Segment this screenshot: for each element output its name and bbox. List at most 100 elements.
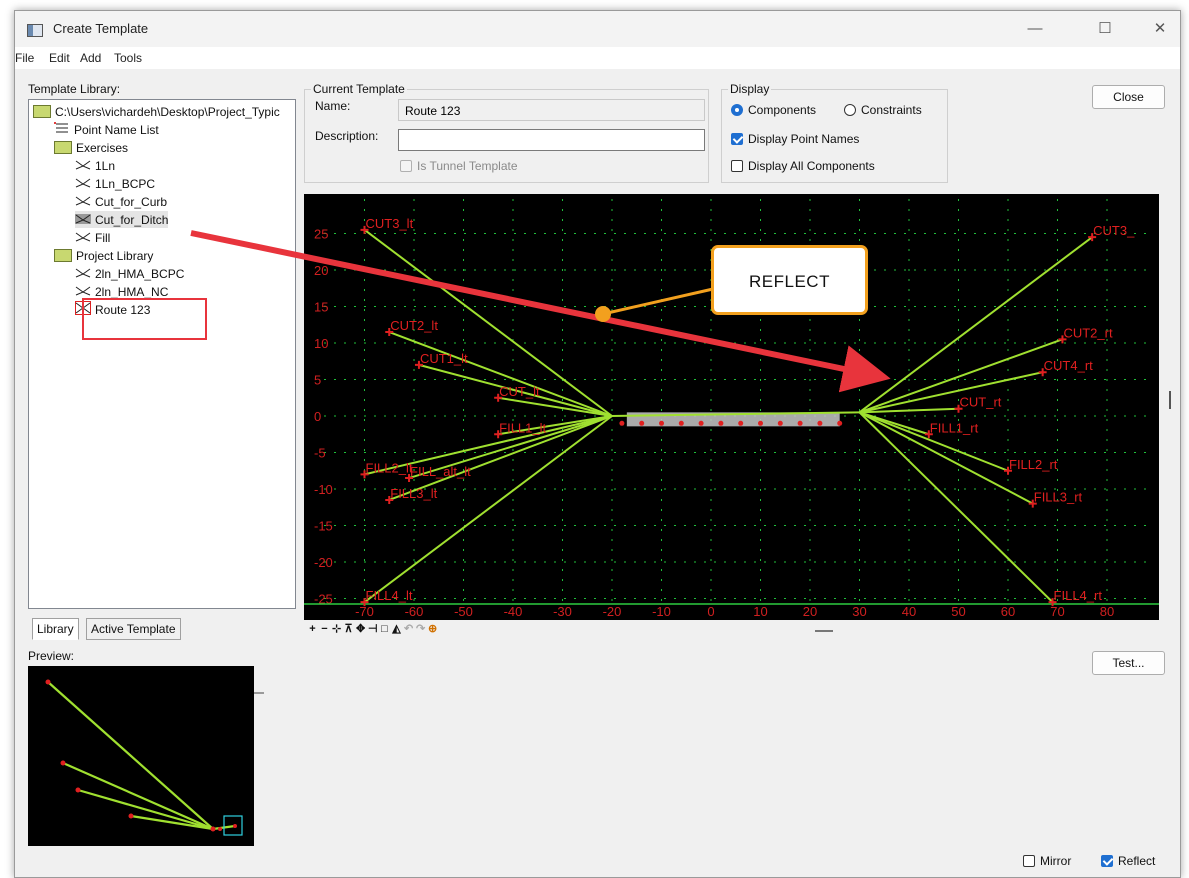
side-resize-grip[interactable] (1169, 391, 1171, 409)
close-button[interactable]: Close (1092, 85, 1165, 109)
menu-bar: File Edit Add Tools (15, 47, 1180, 69)
display-point-names-checkbox[interactable] (731, 133, 743, 145)
point-label: CUT4_rt (1044, 358, 1094, 373)
tab-library[interactable]: Library (32, 618, 79, 640)
x-tick-label: -60 (405, 604, 424, 619)
cluster-point (817, 420, 823, 426)
x-tick-label: 80 (1100, 604, 1114, 619)
template-icon (75, 195, 91, 209)
tree-item-label: Fill (95, 230, 111, 245)
y-tick-label: -5 (314, 446, 326, 461)
zoom-in-icon[interactable]: + (308, 623, 317, 635)
template-icon (75, 177, 91, 191)
tree-item-point-name-list[interactable]: Point Name List (54, 121, 159, 138)
y-tick-label: 15 (314, 300, 328, 315)
move-origin-icon[interactable]: ⊣ (368, 623, 378, 635)
y-tick-label: -20 (314, 555, 333, 570)
y-tick-label: -10 (314, 482, 333, 497)
cluster-point (837, 420, 843, 426)
tree-item-cut-for-ditch[interactable]: Cut_for_Ditch (75, 211, 169, 228)
tree-item-label: 1Ln (95, 158, 116, 173)
pan-icon[interactable]: ✥ (356, 623, 365, 635)
cluster-point (797, 420, 803, 426)
constraints-radio[interactable] (844, 104, 856, 116)
undo-icon[interactable]: ↶ (404, 623, 413, 635)
menu-edit[interactable]: Edit (49, 51, 70, 65)
cluster-point (738, 420, 744, 426)
close-window-button[interactable]: ✕ (1145, 17, 1175, 41)
reflect-label: Reflect (1118, 854, 1156, 868)
menu-file[interactable]: File (15, 51, 34, 65)
tree-item-label: Cut_for_Ditch (95, 212, 169, 227)
cluster-point (678, 420, 684, 426)
tunnel-checkbox[interactable] (400, 160, 412, 172)
menu-tools[interactable]: Tools (114, 51, 142, 65)
zoom-out-icon[interactable]: − (320, 623, 329, 635)
y-tick-label: -15 (314, 519, 333, 534)
slope-line (388, 331, 613, 417)
preview-label: Preview: (28, 649, 75, 663)
zoom-area-icon[interactable]: ⊹ (332, 623, 341, 635)
menu-add[interactable]: Add (80, 51, 101, 65)
point-label: FILL2_lt (366, 460, 413, 475)
window-icon[interactable]: □ (380, 623, 389, 635)
tree-item-exercises-folder[interactable]: Exercises (54, 139, 128, 156)
template-icon (75, 213, 91, 227)
description-field[interactable] (398, 129, 705, 151)
template-icon (75, 231, 91, 245)
cluster-point (698, 420, 704, 426)
test-button[interactable]: Test... (1092, 651, 1165, 675)
point-label: CUT2_rt (1063, 325, 1113, 340)
highlight-box (82, 298, 207, 340)
tree-item-label: Exercises (76, 140, 129, 155)
name-field[interactable]: Route 123 (398, 99, 705, 121)
center-icon[interactable]: ⊕ (428, 623, 437, 635)
tree-item-cut-for-curb[interactable]: Cut_for_Curb (75, 193, 167, 210)
cluster-point (758, 420, 763, 426)
x-tick-label: 30 (852, 604, 866, 619)
reflect-checkbox[interactable] (1101, 855, 1113, 867)
template-icon (75, 267, 91, 281)
app-icon (27, 24, 43, 37)
display-all-components-checkbox[interactable] (731, 160, 743, 172)
tab-active-template[interactable]: Active Template (86, 618, 181, 640)
components-label: Components (748, 103, 817, 117)
point-label: FILL2_rt (1009, 457, 1058, 472)
tree-item-fill[interactable]: Fill (75, 229, 110, 246)
x-tick-label: 20 (803, 604, 817, 619)
tree-item-1ln[interactable]: 1Ln (75, 157, 115, 174)
y-tick-label: 25 (314, 227, 328, 242)
mirror-checkbox[interactable] (1023, 855, 1035, 867)
template-library-tree[interactable]: C:\Users\vichardeh\Desktop\Project_Typic… (28, 99, 296, 694)
folder-open-icon (54, 249, 72, 262)
tree-item-2ln-hma-bcpc[interactable]: 2ln_HMA_BCPC (75, 265, 184, 282)
terrain-icon[interactable]: ◭ (392, 623, 401, 635)
point-label: FILL_alt_lt (410, 464, 471, 479)
x-tick-label: -70 (355, 604, 374, 619)
tree-item-project-library-folder[interactable]: Project Library (54, 247, 153, 264)
point-label: FILL4_lt (366, 588, 413, 603)
x-tick-label: -10 (652, 604, 671, 619)
y-tick-label: 5 (314, 373, 321, 388)
x-tick-label: 40 (902, 604, 916, 619)
maximize-button[interactable]: ☐ (1090, 17, 1120, 41)
point-label: FILL4_rt (1054, 588, 1103, 603)
components-radio[interactable] (731, 104, 743, 116)
redo-icon[interactable]: ↷ (416, 623, 425, 635)
x-tick-label: -50 (454, 604, 473, 619)
description-label: Description: (315, 129, 379, 143)
panel-resize-grip[interactable] (815, 630, 833, 632)
tree-item-1ln-bcpc[interactable]: 1Ln_BCPC (75, 175, 155, 192)
x-tick-label: 10 (753, 604, 767, 619)
tree-item-root-folder[interactable]: C:\Users\vichardeh\Desktop\Project_Typic (33, 103, 280, 120)
reflect-callout: REFLECT (711, 245, 868, 315)
constraints-label: Constraints (861, 103, 922, 117)
point-label: CUT_lt (499, 384, 540, 399)
slope-line (858, 411, 1054, 603)
y-tick-label: 10 (314, 336, 328, 351)
minimize-button[interactable]: — (1020, 17, 1050, 41)
fit-view-icon[interactable]: ⊼ (344, 623, 353, 635)
x-tick-label: -30 (553, 604, 572, 619)
slope-line (363, 415, 613, 603)
tree-item-label: 2ln_HMA_BCPC (95, 266, 185, 281)
